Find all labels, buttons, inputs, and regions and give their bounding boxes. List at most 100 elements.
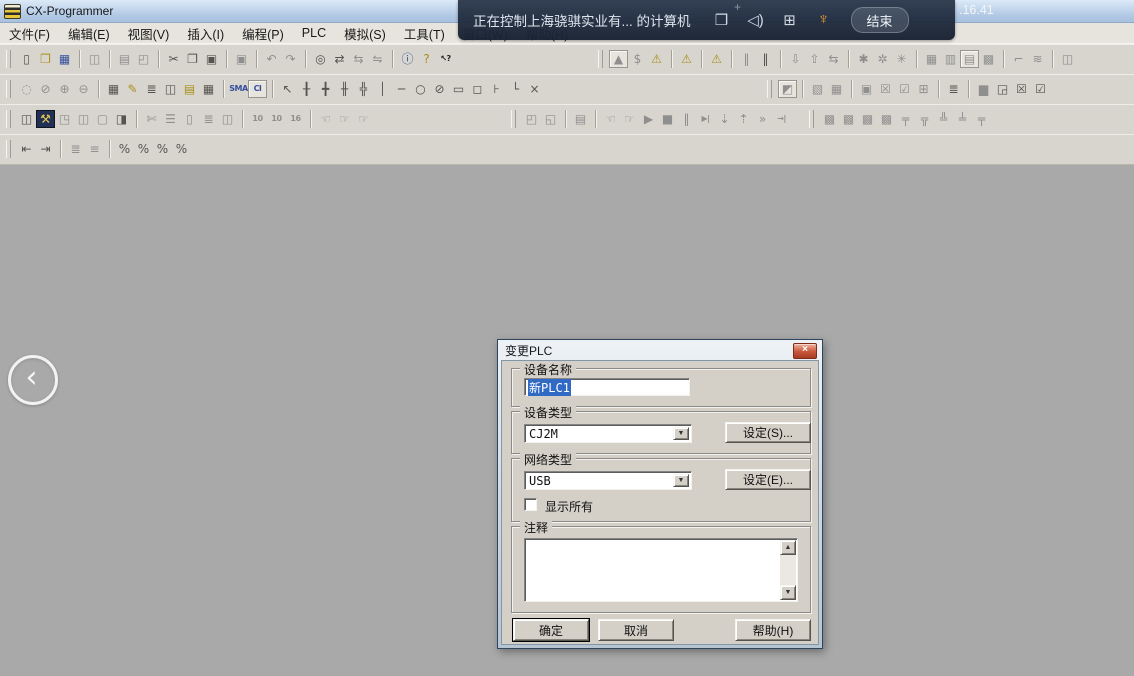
undo-icon[interactable]: ↶: [262, 50, 281, 68]
decimal-icon[interactable]: 10: [248, 110, 267, 128]
memory-2-icon[interactable]: ▩: [839, 110, 858, 128]
toolbar-grip[interactable]: [6, 110, 11, 128]
rung-comment-icon[interactable]: ≣: [142, 80, 161, 98]
zoom-in-icon[interactable]: ⊕: [55, 80, 74, 98]
diff-up-icon[interactable]: %: [115, 140, 134, 158]
block-invoke-icon[interactable]: ⊦: [487, 80, 506, 98]
differential-monitor-icon[interactable]: ⌐: [1009, 50, 1028, 68]
dialog-z-icon[interactable]: ◲: [993, 80, 1012, 98]
cross-reference-icon[interactable]: ◳: [55, 110, 74, 128]
timing-1-icon[interactable]: ╤: [896, 110, 915, 128]
dialog-x-icon[interactable]: ☒: [1012, 80, 1031, 98]
cancel-button[interactable]: 取消: [598, 619, 674, 641]
local-symbol-icon[interactable]: ▦: [199, 80, 218, 98]
memory-1-icon[interactable]: ▩: [820, 110, 839, 128]
replace-all-icon[interactable]: ⇋: [368, 50, 387, 68]
delete-line-icon[interactable]: ×: [525, 80, 544, 98]
time-chart-icon[interactable]: ≋: [1028, 50, 1047, 68]
device-type-settings-button[interactable]: 设定(S)...: [725, 422, 811, 443]
vertical-line-icon[interactable]: │: [373, 80, 392, 98]
compare-with-plc-icon[interactable]: ⇆: [824, 50, 843, 68]
dialog-grid-icon[interactable]: ◫: [218, 110, 237, 128]
menu-item[interactable]: 文件(F): [0, 22, 59, 45]
window-view-icon[interactable]: ◩: [778, 80, 797, 98]
monitor-runmode-icon[interactable]: ▤: [960, 50, 979, 68]
diff-both-icon[interactable]: %: [153, 140, 172, 158]
indent-right-icon[interactable]: ⇥: [36, 140, 55, 158]
help-icon[interactable]: ?: [417, 50, 436, 68]
scroll-up-icon[interactable]: ▲: [780, 540, 796, 555]
indent-left-icon[interactable]: ⇤: [17, 140, 36, 158]
output-box-icon[interactable]: ▆: [974, 80, 993, 98]
force-off-icon[interactable]: ☞: [335, 110, 354, 128]
force-on-icon[interactable]: ☜: [316, 110, 335, 128]
signed-decimal-icon[interactable]: 10: [267, 110, 286, 128]
network-type-field[interactable]: USB ▼: [524, 471, 692, 490]
toolbar-grip[interactable]: [809, 110, 814, 128]
menu-item[interactable]: 编辑(E): [59, 22, 119, 45]
scan-hand-icon[interactable]: ☞: [620, 110, 639, 128]
step-in-icon[interactable]: ⇣: [715, 110, 734, 128]
toolbar-grip[interactable]: [511, 110, 516, 128]
or-contact-no-icon[interactable]: ╫: [335, 80, 354, 98]
watch-window-icon[interactable]: ◫: [74, 110, 93, 128]
find-address-icon[interactable]: ⇆: [349, 50, 368, 68]
toolbar-grip[interactable]: [598, 50, 603, 68]
overlay-drag-handle-icon[interactable]: +: [734, 0, 741, 14]
diff-clear-icon[interactable]: %: [172, 140, 191, 158]
monitor-clock-icon[interactable]: ▩: [979, 50, 998, 68]
auto-online-icon[interactable]: ⚠: [647, 50, 666, 68]
transfer-program-icon[interactable]: ▤: [571, 110, 590, 128]
split-screen-icon[interactable]: ⊞: [773, 11, 807, 29]
copy-icon[interactable]: ❐: [183, 50, 202, 68]
back-overlay-button[interactable]: ‹: [8, 355, 58, 405]
network-online-icon[interactable]: ⚠: [707, 50, 726, 68]
toolbar-grip[interactable]: [767, 80, 772, 98]
paste-icon[interactable]: ▣: [202, 50, 221, 68]
about-icon[interactable]: ⓘ: [398, 50, 417, 68]
force-cancel-icon[interactable]: ☞: [354, 110, 373, 128]
device-type-combobox[interactable]: CJ2M ▼: [524, 424, 692, 443]
pause-monitor-icon[interactable]: ‖: [737, 50, 756, 68]
monitor-datatrace-icon[interactable]: ▥: [941, 50, 960, 68]
comment-textarea[interactable]: ▲ ▼: [524, 538, 798, 602]
print-preview-icon[interactable]: ◰: [134, 50, 153, 68]
zoom-out-icon[interactable]: ⊖: [74, 80, 93, 98]
control-tool-icon[interactable]: ♆: [807, 11, 841, 29]
section-list-icon[interactable]: ≣: [199, 110, 218, 128]
dialog-titlebar[interactable]: 变更PLC ×: [498, 340, 822, 360]
chevron-down-icon[interactable]: ▼: [673, 474, 689, 487]
toolbar-grip[interactable]: [6, 50, 11, 68]
or-contact-nc-icon[interactable]: ╬: [354, 80, 373, 98]
pause-hand-icon[interactable]: ☜: [601, 110, 620, 128]
step-run-icon[interactable]: ▶|: [696, 110, 715, 128]
build-icon[interactable]: ⚒: [36, 110, 55, 128]
diff-down-icon[interactable]: %: [134, 140, 153, 158]
chevron-down-icon[interactable]: ▼: [673, 427, 689, 440]
pause-icon[interactable]: ‖: [756, 50, 775, 68]
calendar-icon[interactable]: ▦: [827, 80, 846, 98]
online-edit-cancel-icon[interactable]: ✳: [892, 50, 911, 68]
select-tool-icon[interactable]: ↖: [278, 80, 297, 98]
load-project-icon[interactable]: ◰: [522, 110, 541, 128]
scroll-down-icon[interactable]: ▼: [780, 585, 796, 600]
io-table-icon[interactable]: ◫: [1058, 50, 1077, 68]
menu-item[interactable]: 模拟(S): [335, 22, 395, 45]
monitor-icon[interactable]: ▦: [922, 50, 941, 68]
save-project-icon[interactable]: ◱: [541, 110, 560, 128]
show-all-checkbox[interactable]: [524, 498, 537, 511]
new-file-icon[interactable]: ▯: [17, 50, 36, 68]
watch-add-icon[interactable]: ⊞: [914, 80, 933, 98]
window-icon[interactable]: ▢: [93, 110, 112, 128]
dialog-check-icon[interactable]: ☑: [1031, 80, 1050, 98]
ok-button[interactable]: 确定: [513, 619, 589, 641]
toolbar-grip[interactable]: [6, 140, 11, 158]
coil-nc-icon[interactable]: ⊘: [430, 80, 449, 98]
memory-3-icon[interactable]: ▩: [858, 110, 877, 128]
rung-wrap-icon[interactable]: ≡: [85, 140, 104, 158]
ci-icon[interactable]: CI: [248, 80, 267, 98]
menu-item[interactable]: 插入(I): [178, 22, 233, 45]
memory-4-icon[interactable]: ▩: [877, 110, 896, 128]
cut-icon[interactable]: ✂: [164, 50, 183, 68]
comment-icon[interactable]: ✎: [123, 80, 142, 98]
